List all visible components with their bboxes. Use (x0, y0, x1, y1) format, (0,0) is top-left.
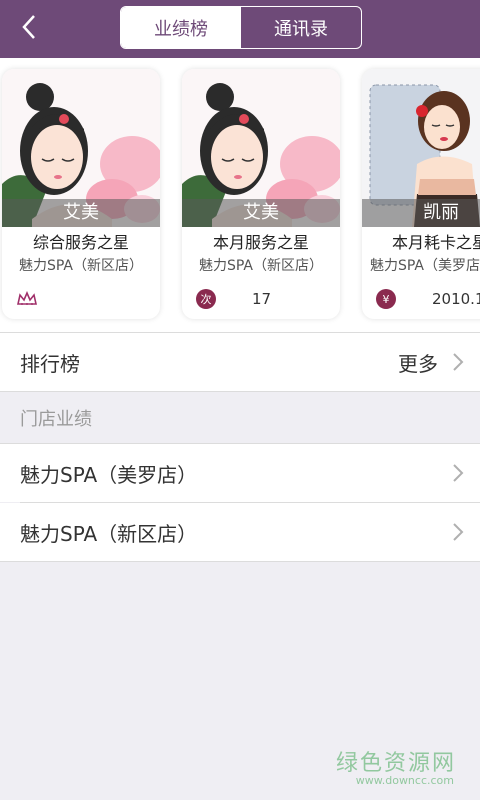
yen-badge-icon: ¥ (376, 289, 396, 309)
count-badge-icon: 次 (196, 289, 216, 309)
store-name: 魅力SPA（美罗店） (370, 258, 480, 274)
star-cards-carousel[interactable]: 艾美 综合服务之星 魅力SPA（新区店） 艾美 本月服务之星 魅力SPA（新区店… (0, 58, 480, 332)
stat-row: ¥ 2010.1 (376, 287, 480, 311)
segment-control: 业绩榜 通讯录 (120, 6, 362, 49)
staff-name: 艾美 (182, 199, 340, 227)
award-title: 本月耗卡之星 (392, 233, 480, 252)
chevron-right-icon (453, 464, 464, 482)
watermark-title: 绿色资源网 (335, 751, 456, 776)
star-card-service[interactable]: 艾美 本月服务之星 魅力SPA（新区店） 次 17 (182, 69, 340, 319)
award-title: 综合服务之星 (32, 233, 129, 252)
store-row[interactable]: 魅力SPA（新区店） (0, 503, 480, 561)
tab-performance[interactable]: 业绩榜 (121, 7, 241, 48)
ranking-label: 排行榜 (20, 351, 80, 376)
divider (0, 561, 480, 562)
store-name: 魅力SPA（新区店） (18, 258, 143, 274)
chevron-right-icon (453, 523, 464, 541)
staff-name: 艾美 (2, 199, 160, 227)
stat-row (16, 287, 156, 311)
stat-value: 17 (252, 290, 272, 308)
tab-contacts[interactable]: 通讯录 (241, 7, 361, 48)
ranking-row[interactable]: 排行榜 更多 (0, 333, 480, 391)
stat-row: 次 17 (196, 287, 336, 311)
store-row[interactable]: 魅力SPA（美罗店） (0, 444, 480, 502)
stat-value: 2010.1 (432, 290, 480, 308)
back-button[interactable] (14, 12, 44, 42)
chevron-right-icon (453, 353, 464, 371)
watermark-url: www.downcc.com (355, 774, 454, 787)
section-title: 门店业绩 (20, 409, 92, 430)
more-link[interactable]: 更多 (398, 348, 438, 377)
top-bar: 业绩榜 通讯录 (0, 0, 480, 58)
award-title: 本月服务之星 (212, 233, 309, 252)
store-name: 魅力SPA（新区店） (198, 258, 323, 274)
staff-name: 凯丽 (362, 199, 480, 227)
crown-icon (17, 291, 37, 305)
store-label: 魅力SPA（新区店） (20, 521, 198, 546)
store-label: 魅力SPA（美罗店） (20, 462, 198, 487)
section-header: 门店业绩 (0, 392, 480, 444)
chevron-left-icon (22, 15, 35, 39)
star-card-overall[interactable]: 艾美 综合服务之星 魅力SPA（新区店） (2, 69, 160, 319)
star-card-card-usage[interactable]: 凯丽 本月耗卡之星 魅力SPA（美罗店） ¥ 2010.1 (362, 69, 480, 319)
